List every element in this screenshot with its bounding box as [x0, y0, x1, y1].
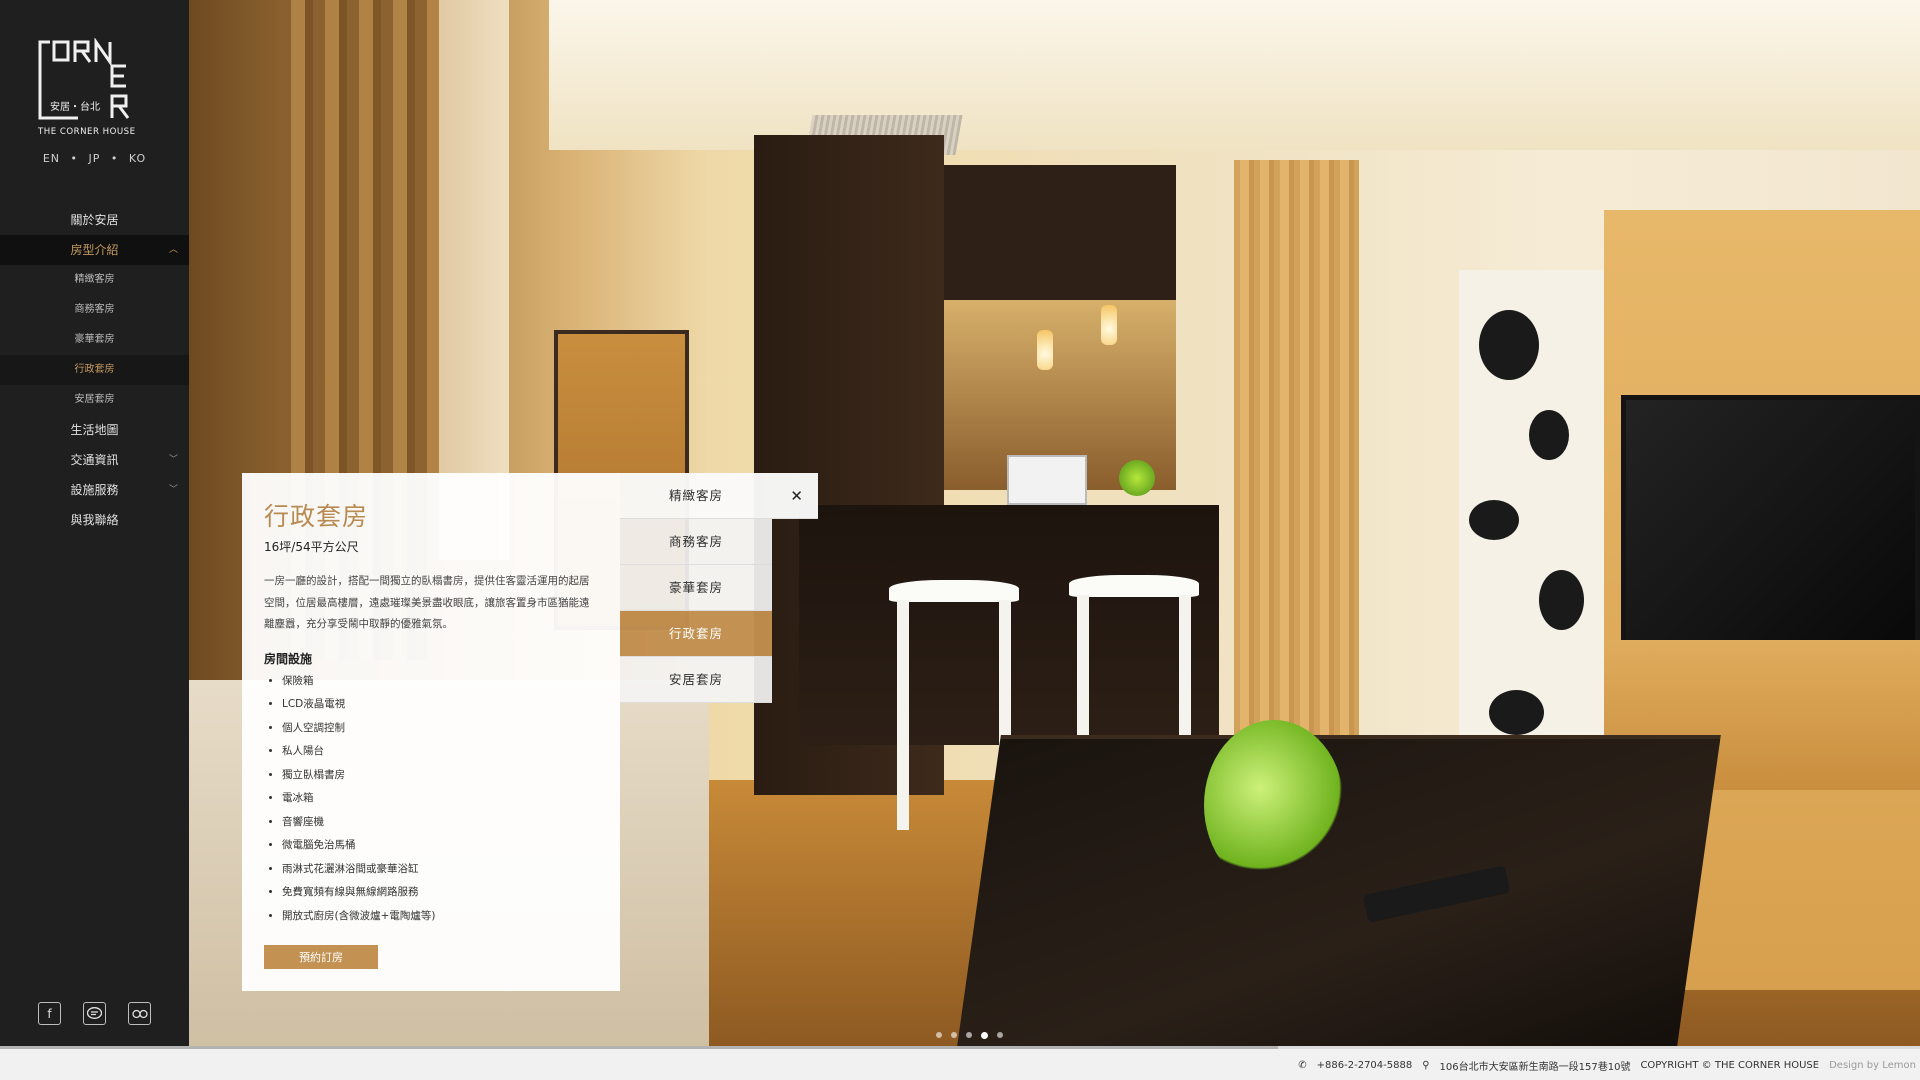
amenity-item: 雨淋式花灑淋浴間或豪華浴缸 — [282, 858, 598, 882]
footer-phone[interactable]: +886-2-2704-5888 — [1317, 1060, 1413, 1071]
amenity-item: 免費寬頻有線與無線網路服務 — [282, 881, 598, 905]
amenity-item: 私人陽台 — [282, 740, 598, 764]
sub-item-superior[interactable]: 精緻客房 — [0, 265, 189, 295]
footer-credit[interactable]: Design by Lemon — [1829, 1060, 1916, 1071]
lang-en[interactable]: EN — [43, 152, 60, 165]
amenities-list: 保險箱 LCD液晶電視 個人空調控制 私人陽台 獨立臥榻書房 電冰箱 音響座機 … — [264, 670, 598, 929]
slider-dot[interactable] — [936, 1032, 942, 1038]
map-pin-icon: ⚲ — [1422, 1060, 1430, 1071]
slide-progress-bar — [0, 1046, 1278, 1049]
footer-address[interactable]: 106台北市大安區新生南路一段157巷10號 — [1440, 1058, 1631, 1073]
nav-item-transport[interactable]: 交通資訊 ﹀ — [0, 445, 189, 475]
slider-dots — [936, 1032, 1003, 1039]
tab-label: 精緻客房 — [668, 488, 723, 503]
tab-deluxe-suite[interactable]: 豪華套房 — [620, 565, 772, 611]
sub-item-corner-suite[interactable]: 安居套房 — [0, 385, 189, 415]
room-info-card: 行政套房 16坪/54平方公尺 一房一廳的設計，搭配一間獨立的臥榻書房，提供住客… — [242, 473, 620, 991]
room-type-tabs: 精緻客房 ✕ 商務客房 豪華套房 行政套房 安居套房 — [620, 473, 818, 703]
sub-item-business[interactable]: 商務客房 — [0, 295, 189, 325]
line-icon[interactable] — [83, 1002, 106, 1025]
close-icon[interactable]: ✕ — [790, 473, 804, 519]
nav-item-label: 與我聯絡 — [70, 513, 119, 527]
amenity-item: 獨立臥榻書房 — [282, 764, 598, 788]
nav-item-facilities[interactable]: 設施服務 ﹀ — [0, 475, 189, 505]
nav-item-label: 交通資訊 — [70, 453, 119, 467]
chevron-down-icon: ﹀ — [168, 485, 178, 495]
amenities-title: 房間設施 — [264, 651, 313, 666]
footer-copyright: COPYRIGHT © THE CORNER HOUSE — [1640, 1060, 1820, 1071]
nav-item-rooms[interactable]: 房型介紹 ︿ — [0, 235, 189, 265]
amenity-item: 開放式廚房(含微波爐+電陶爐等) — [282, 905, 598, 929]
main-nav: 關於安居 房型介紹 ︿ 精緻客房 商務客房 豪華套房 行政套房 安居套房 生活地… — [0, 205, 189, 535]
tripadvisor-icon[interactable] — [128, 1002, 151, 1025]
social-links: f — [0, 1002, 189, 1025]
nav-item-label: 設施服務 — [70, 483, 119, 497]
slider-dot[interactable] — [966, 1032, 972, 1038]
tab-superior[interactable]: 精緻客房 ✕ — [620, 473, 818, 519]
slider-dot-active[interactable] — [981, 1032, 988, 1039]
nav-item-about[interactable]: 關於安居 — [0, 205, 189, 235]
chevron-up-icon: ︿ — [168, 245, 178, 255]
slider-dot[interactable] — [951, 1032, 957, 1038]
lang-jp[interactable]: JP — [89, 152, 101, 165]
chevron-down-icon: ﹀ — [168, 455, 178, 465]
facebook-icon[interactable]: f — [38, 1002, 61, 1025]
nav-item-contact[interactable]: 與我聯絡 — [0, 505, 189, 535]
tab-corner-suite[interactable]: 安居套房 — [620, 657, 772, 703]
tab-executive-suite[interactable]: 行政套房 — [620, 611, 772, 657]
corner-house-logo[interactable]: 安居・台北 THE CORNER HOUSE — [38, 38, 150, 136]
nav-item-life-map[interactable]: 生活地圖 — [0, 415, 189, 445]
nav-item-label: 房型介紹 — [70, 243, 119, 257]
room-description: 一房一廳的設計，搭配一間獨立的臥榻書房，提供住客靈活運用的起居空間，位居最高樓層… — [264, 575, 590, 630]
amenity-item: 音響座機 — [282, 811, 598, 835]
nav-item-label: 關於安居 — [70, 213, 119, 227]
book-now-button[interactable]: 預約訂房 — [264, 945, 378, 969]
room-title: 行政套房 — [264, 502, 369, 531]
sub-item-deluxe-suite[interactable]: 豪華套房 — [0, 325, 189, 355]
amenity-item: 微電腦免治馬桶 — [282, 834, 598, 858]
amenity-item: LCD液晶電視 — [282, 693, 598, 717]
amenity-item: 電冰箱 — [282, 787, 598, 811]
amenity-item: 保險箱 — [282, 670, 598, 694]
footer-info: ✆ +886-2-2704-5888 ⚲ 106台北市大安區新生南路一段157巷… — [1298, 1058, 1916, 1073]
lang-ko[interactable]: KO — [129, 152, 146, 165]
nav-item-label: 生活地圖 — [70, 423, 119, 437]
slider-dot[interactable] — [997, 1032, 1003, 1038]
sub-item-executive-suite[interactable]: 行政套房 — [0, 355, 189, 385]
tab-business[interactable]: 商務客房 — [620, 519, 772, 565]
phone-icon: ✆ — [1298, 1060, 1307, 1071]
language-switcher: EN • JP • KO — [42, 152, 147, 165]
footer: ✆ +886-2-2704-5888 ⚲ 106台北市大安區新生南路一段157巷… — [0, 1046, 1920, 1080]
room-size: 16坪/54平方公尺 — [264, 540, 359, 554]
logo-chinese-text: 安居・台北 — [50, 100, 100, 113]
logo-english-text: THE CORNER HOUSE — [38, 127, 136, 136]
sidebar: 安居・台北 THE CORNER HOUSE EN • JP • KO 關於安居… — [0, 0, 189, 1046]
amenity-item: 個人空調控制 — [282, 717, 598, 741]
